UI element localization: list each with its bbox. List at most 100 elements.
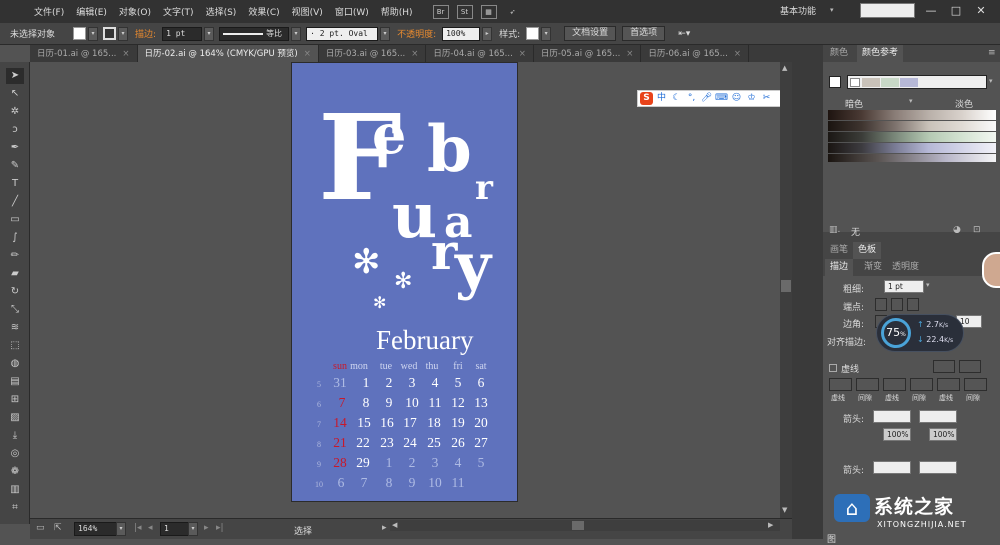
share-icon[interactable]: ⇱ <box>54 523 62 533</box>
stroke-weight-field[interactable]: 1 pt <box>162 26 203 41</box>
harmony-rule-bar[interactable] <box>847 75 987 89</box>
direct-selection-tool-icon[interactable]: ↖ <box>6 86 24 102</box>
start-arrowhead-select[interactable] <box>873 410 911 423</box>
dash-field[interactable] <box>829 378 852 391</box>
line-style-select[interactable]: 等比 <box>219 26 290 41</box>
arrange-documents-icon[interactable]: ⇤▾ <box>674 29 694 39</box>
skin-shirt-icon[interactable]: ♔ <box>745 92 758 105</box>
tab-color-guide[interactable]: 颜色参考 <box>857 45 904 62</box>
next-artboard-icon[interactable]: ▸ <box>204 523 209 533</box>
butt-cap-button[interactable] <box>875 298 887 311</box>
first-artboard-icon[interactable]: |◂ <box>134 523 142 533</box>
dash-align-button[interactable] <box>933 360 955 373</box>
minimize-button[interactable]: — <box>920 2 942 20</box>
rotate-tool-icon[interactable]: ↻ <box>6 284 24 300</box>
scroll-down-icon[interactable]: ▼ <box>782 506 787 514</box>
workspace-chevron-icon[interactable]: ▾ <box>830 6 834 14</box>
tab-calendar-02[interactable]: 日历-02.ai @ 164% (CMYK/GPU 预览) × <box>137 45 319 62</box>
menu-window[interactable]: 窗口(W) <box>329 5 375 18</box>
brush-select[interactable]: · 2 pt. Oval <box>306 26 379 41</box>
microphone-icon[interactable]: 🎤︎ <box>700 92 713 105</box>
sogou-logo-icon[interactable]: S <box>640 92 653 105</box>
projecting-cap-button[interactable] <box>907 298 919 311</box>
pencil-tool-icon[interactable]: ✏ <box>6 248 24 264</box>
end-arrowhead-select[interactable] <box>919 410 957 423</box>
dashed-line-checkbox[interactable] <box>829 364 837 372</box>
close-button[interactable]: ✕ <box>970 2 992 20</box>
opacity-dropdown-icon[interactable]: ▸ <box>482 26 493 41</box>
menu-edit[interactable]: 编辑(E) <box>70 5 113 18</box>
user-icon[interactable]: ☺ <box>730 92 743 105</box>
selection-tool-icon[interactable]: ➤ <box>6 68 24 84</box>
stroke-swatch[interactable] <box>103 27 117 40</box>
tab-calendar-06[interactable]: 日历-06.ai @ 165... × <box>641 45 749 62</box>
menu-select[interactable]: 选择(S) <box>200 5 243 18</box>
tab-calendar-01[interactable]: 日历-01.ai @ 165... × <box>30 45 138 62</box>
dash-field[interactable] <box>883 378 906 391</box>
horizontal-scrollbar[interactable]: ◀ ▶ <box>390 520 780 531</box>
panel-menu-icon[interactable]: ≡ <box>988 48 996 58</box>
horizontal-scroll-thumb[interactable] <box>572 521 584 530</box>
document-setup-button[interactable]: 文档设置 <box>564 26 617 41</box>
moon-icon[interactable]: ☾ <box>670 92 683 105</box>
rectangle-tool-icon[interactable]: ▭ <box>6 212 24 228</box>
tab-brushes[interactable]: 画笔 <box>825 242 853 259</box>
menu-effect[interactable]: 效果(C) <box>242 5 285 18</box>
menu-view[interactable]: 视图(V) <box>286 5 329 18</box>
artboard[interactable]: F e b r u a r y ✻ ✻ ✻ February sun mon t… <box>291 62 518 502</box>
status-menu-icon[interactable]: ▸ <box>382 523 387 533</box>
zoom-dropdown-icon[interactable]: ▾ <box>116 522 126 536</box>
dash-align-corners-button[interactable] <box>959 360 981 373</box>
ime-language-toggle[interactable]: 中 <box>655 92 668 105</box>
close-tab-icon[interactable]: × <box>122 46 129 62</box>
ime-toolbar[interactable]: S 中 ☾ °, 🎤︎ ⌨ ☺ ♔ ✂ <box>637 90 789 107</box>
settings-wrench-icon[interactable]: ✂ <box>760 92 773 105</box>
shape-builder-tool-icon[interactable]: ◍ <box>6 356 24 372</box>
close-tab-icon[interactable]: × <box>734 46 741 62</box>
menu-type[interactable]: 文字(T) <box>157 5 200 18</box>
blend-tool-icon[interactable]: ◎ <box>6 446 24 462</box>
artboard-nav-icon[interactable]: ▭ <box>36 523 45 533</box>
vertical-scroll-thumb[interactable] <box>781 280 791 292</box>
style-dropdown-icon[interactable]: ▾ <box>541 26 552 41</box>
close-tab-icon[interactable]: × <box>304 46 311 62</box>
menu-object[interactable]: 对象(O) <box>113 5 157 18</box>
type-tool-icon[interactable]: T <box>6 176 24 192</box>
fill-dropdown-icon[interactable]: ▾ <box>88 26 99 41</box>
dash-field[interactable] <box>937 378 960 391</box>
swatch-library-icon[interactable]: ▥. <box>829 225 840 235</box>
stock-icon[interactable]: St <box>456 4 473 19</box>
scroll-up-icon[interactable]: ▲ <box>782 64 787 72</box>
lasso-tool-icon[interactable]: ↄ <box>6 122 24 138</box>
artboard-dropdown-icon[interactable]: ▾ <box>188 522 198 536</box>
start-scale-field[interactable]: 100% <box>883 428 911 441</box>
tab-transparency[interactable]: 透明度 <box>887 259 924 276</box>
start-arrowhead-select-2[interactable] <box>873 461 911 474</box>
maximize-button[interactable]: □ <box>945 2 967 20</box>
line-style-dropdown-icon[interactable]: ▾ <box>291 26 302 41</box>
width-tool-icon[interactable]: ≋ <box>6 320 24 336</box>
scroll-right-icon[interactable]: ▶ <box>768 521 773 529</box>
keyboard-icon[interactable]: ⌨ <box>715 92 728 105</box>
preferences-button[interactable]: 首选项 <box>622 26 666 41</box>
free-transform-tool-icon[interactable]: ⬚ <box>6 338 24 354</box>
symbol-sprayer-tool-icon[interactable]: ❁ <box>6 464 24 480</box>
artboard-tool-icon[interactable]: ⌗ <box>6 500 24 516</box>
color-wheel-icon[interactable]: ◕ <box>953 225 961 235</box>
variation-dropdown-icon[interactable]: ▾ <box>909 97 913 105</box>
graph-tool-icon[interactable]: ▥ <box>6 482 24 498</box>
bridge-icon[interactable]: Br <box>432 4 449 19</box>
menu-help[interactable]: 帮助(H) <box>375 5 419 18</box>
round-cap-button[interactable] <box>891 298 903 311</box>
punctuation-icon[interactable]: °, <box>685 92 698 105</box>
opacity-field[interactable]: 100% <box>442 26 481 41</box>
tab-color[interactable]: 颜色 <box>825 45 853 62</box>
harmony-dropdown-icon[interactable]: ▾ <box>989 77 993 85</box>
tab-calendar-03[interactable]: 日历-03.ai @ 165... × <box>319 45 427 62</box>
color-variation-grid[interactable] <box>828 110 996 162</box>
scale-tool-icon[interactable]: ⤡ <box>6 302 24 318</box>
stroke-label[interactable]: 描边: <box>131 27 160 40</box>
avatar[interactable] <box>982 252 1000 288</box>
close-tab-icon[interactable]: × <box>519 46 526 62</box>
gap-field[interactable] <box>964 378 987 391</box>
